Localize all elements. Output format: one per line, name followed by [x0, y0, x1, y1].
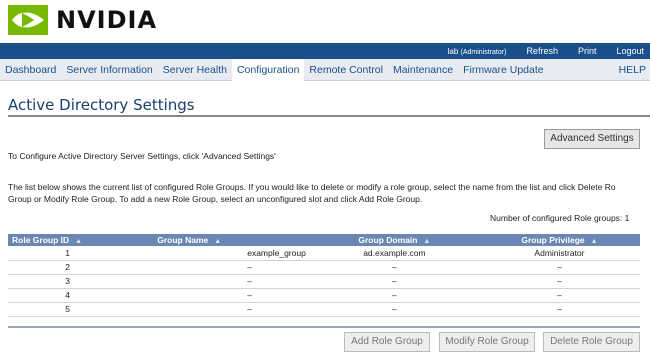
tab-server-health[interactable]: Server Health: [158, 59, 232, 81]
nvidia-eye-icon: [8, 5, 48, 35]
sort-arrow-icon: ▲: [423, 238, 431, 245]
list-instructions-line-1: The list below shows the current list of…: [8, 182, 616, 192]
cell-id: 5: [8, 302, 128, 317]
cell-id: 2: [8, 260, 128, 275]
cell-privilege: –: [478, 302, 640, 317]
delete-role-group-button[interactable]: Delete Role Group: [543, 332, 640, 352]
top-bar: lab (Administrator) Refresh Print Logout: [0, 43, 650, 59]
table-row[interactable]: 2 – – –: [8, 260, 640, 275]
config-instructions: To Configure Active Directory Server Set…: [8, 151, 276, 161]
list-instructions-line-2: Group or Modify Role Group. To add a new…: [8, 194, 423, 204]
print-link[interactable]: Print: [578, 46, 597, 56]
tab-server-information[interactable]: Server Information: [61, 59, 157, 81]
cell-privilege: –: [478, 260, 640, 275]
cell-privilege: –: [478, 274, 640, 289]
col-label: Group Privilege: [521, 235, 585, 245]
advanced-settings-button[interactable]: Advanced Settings: [544, 129, 640, 149]
tab-configuration[interactable]: Configuration: [231, 58, 305, 81]
col-label: Group Domain: [358, 235, 418, 245]
cell-domain: –: [309, 288, 479, 303]
main-nav: Dashboard Server Information Server Heal…: [0, 58, 650, 81]
sort-arrow-icon: ▲: [214, 238, 222, 245]
cell-name: –: [127, 302, 310, 317]
cell-id: 4: [8, 288, 128, 303]
user-role: (Administrator): [460, 48, 507, 56]
table-bottom-divider: [8, 326, 640, 328]
col-group-domain[interactable]: Group Domain ▲: [309, 234, 479, 246]
cell-name: –: [127, 274, 310, 289]
tab-firmware-update[interactable]: Firmware Update: [458, 59, 549, 81]
cell-domain: –: [309, 260, 479, 275]
add-role-group-button[interactable]: Add Role Group: [344, 332, 430, 352]
logo-text: NVIDIA: [56, 6, 158, 34]
cell-privilege: –: [478, 288, 640, 303]
cell-name: –: [127, 288, 310, 303]
cell-domain: –: [309, 302, 479, 317]
modify-role-group-button[interactable]: Modify Role Group: [439, 332, 535, 352]
title-divider: [8, 115, 650, 117]
cell-id: 1: [8, 246, 128, 261]
table-row[interactable]: 3 – – –: [8, 274, 640, 289]
table-row[interactable]: 1 example_group ad.example.com Administr…: [8, 246, 640, 261]
user-label: lab: [447, 46, 459, 56]
sort-arrow-icon: ▲: [590, 238, 598, 245]
table-header-row: Role Group ID ▲ Group Name ▲ Group Domain ▲…: [8, 234, 640, 246]
role-groups-table: Role Group ID ▲ Group Name ▲ Group Domain ▲…: [8, 234, 640, 317]
col-label: Role Group ID: [12, 235, 70, 245]
cell-domain: –: [309, 274, 479, 289]
user-info: lab (Administrator): [448, 47, 507, 56]
cell-name: example_group: [127, 246, 310, 261]
col-role-group-id[interactable]: Role Group ID ▲: [8, 234, 128, 246]
help-link[interactable]: HELP: [614, 59, 650, 81]
cell-privilege: Administrator: [478, 246, 640, 261]
col-group-privilege[interactable]: Group Privilege ▲: [478, 234, 640, 246]
logout-link[interactable]: Logout: [616, 46, 644, 56]
col-group-name[interactable]: Group Name ▲: [127, 234, 310, 246]
page-title: Active Directory Settings: [8, 96, 195, 114]
role-group-count: Number of configured Role groups: 1: [490, 213, 630, 223]
cell-id: 3: [8, 274, 128, 289]
tab-remote-control[interactable]: Remote Control: [304, 59, 388, 81]
table-row[interactable]: 5 – – –: [8, 302, 640, 317]
refresh-link[interactable]: Refresh: [526, 46, 558, 56]
cell-name: –: [127, 260, 310, 275]
cell-domain: ad.example.com: [309, 246, 479, 261]
tab-maintenance[interactable]: Maintenance: [388, 59, 458, 81]
tab-dashboard[interactable]: Dashboard: [0, 59, 61, 81]
nvidia-logo: NVIDIA: [8, 5, 157, 35]
sort-arrow-icon: ▲: [75, 238, 83, 245]
table-row[interactable]: 4 – – –: [8, 288, 640, 303]
col-label: Group Name: [157, 235, 209, 245]
